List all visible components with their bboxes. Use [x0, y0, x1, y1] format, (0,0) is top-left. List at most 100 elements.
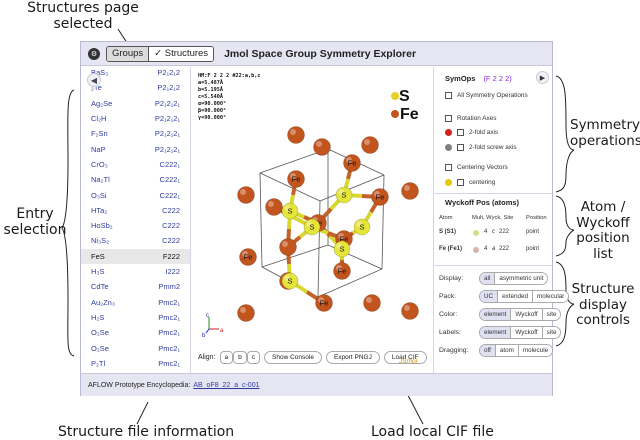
- footer: AFLOW Prototype Encyclopedia: AB_oF8_22_…: [81, 373, 552, 396]
- iron-atom[interactable]: [401, 182, 419, 200]
- entry-row[interactable]: Cl₂H P2₁2₁2₁: [81, 111, 190, 126]
- wyckoff-mult: 4: [484, 229, 488, 235]
- entry-row[interactable]: CdTe Pmm2: [81, 279, 190, 294]
- dragging-option-button[interactable]: off: [480, 345, 495, 356]
- export-png-button[interactable]: Export PNGJ: [325, 351, 380, 364]
- entry-row[interactable]: CrO₃ C222₁: [81, 157, 190, 172]
- all-ops-row[interactable]: All Symmetry Operations: [445, 92, 528, 99]
- entry-group: P2₁2₁2₁: [154, 144, 180, 154]
- pack-control: Pack: UC extended molecular: [439, 290, 570, 303]
- iron-atom[interactable]: [401, 302, 419, 320]
- centering-vectors-row[interactable]: Centering Vectors: [445, 164, 508, 171]
- iron-atom[interactable]: [279, 238, 297, 256]
- callout-text: display: [579, 296, 627, 313]
- color-option-button[interactable]: site: [541, 309, 561, 320]
- atom-highlight: [366, 297, 372, 303]
- two-fold-dot: [445, 129, 452, 136]
- align-a-button[interactable]: a: [219, 351, 234, 364]
- labels-option-button[interactable]: Wyckoff: [510, 327, 542, 338]
- atom-highlight: [404, 305, 410, 311]
- callout-text: Wyckoff: [576, 214, 630, 231]
- show-console-button[interactable]: Show Console: [264, 351, 322, 364]
- screw-dot: [445, 144, 452, 151]
- display-option-button[interactable]: all: [480, 273, 495, 284]
- iron-atom[interactable]: [237, 304, 255, 322]
- dragging-option-button[interactable]: molecule: [517, 345, 553, 356]
- color-option-button[interactable]: element: [480, 309, 511, 320]
- iron-atom[interactable]: [313, 138, 331, 156]
- structure-file-link[interactable]: AB_oF8_22_a_c-001: [193, 382, 259, 389]
- entry-row[interactable]: Na₂Tl C222₁: [81, 172, 190, 187]
- centering-vectors-label: Centering Vectors: [457, 164, 508, 171]
- nav-right-icon[interactable]: ▶: [536, 71, 549, 84]
- atom-highlight: [364, 139, 370, 145]
- entry-row[interactable]: H₃S I222: [81, 264, 190, 279]
- atom-label: Fe: [292, 175, 301, 184]
- iron-atom[interactable]: [265, 198, 283, 216]
- centering-row[interactable]: centering: [445, 179, 495, 186]
- entry-row[interactable]: F₂Sn P2₁2₁2₁: [81, 126, 190, 141]
- rotation-axes-row[interactable]: Rotation Axes: [445, 115, 496, 122]
- two-fold-row[interactable]: 2-fold axis: [445, 129, 498, 136]
- entry-row[interactable]: O₂Se Pmc2₁: [81, 325, 190, 340]
- atom-label: S: [309, 223, 314, 232]
- pack-option-button[interactable]: molecular: [532, 291, 569, 302]
- pack-option-button[interactable]: UC: [480, 291, 498, 302]
- entry-row[interactable]: HoSb₂ C222: [81, 218, 190, 233]
- two-fold-screw-row[interactable]: 2-fold screw axis: [445, 144, 517, 151]
- structure-viewer[interactable]: HM:F 2 2 2 #22:a,b,c a=5.487Å b=5.195Å c=5.…: [192, 67, 432, 373]
- wyckoff-mult: 4: [484, 246, 488, 252]
- align-b-button[interactable]: b: [233, 351, 247, 364]
- entry-group: C222: [162, 236, 180, 246]
- rotation-axes-checkbox[interactable]: [445, 115, 452, 122]
- entry-row[interactable]: FeS F222: [81, 248, 190, 264]
- entry-row[interactable]: HTa₂ C222: [81, 203, 190, 218]
- pack-option-button[interactable]: extended: [497, 291, 533, 302]
- entry-row[interactable]: O₂Se Pmc2₁: [81, 340, 190, 355]
- entry-row[interactable]: Ni₃S₂ C222: [81, 233, 190, 248]
- callout-text: Structure: [571, 281, 635, 297]
- entry-row[interactable]: Au₂Zn₃ Pmc2₁: [81, 295, 190, 310]
- wyckoff-letter: a: [492, 246, 496, 252]
- iron-atom[interactable]: [287, 126, 305, 144]
- entry-group: P2₁2₁2: [157, 83, 180, 93]
- centering-checkbox[interactable]: [457, 179, 464, 186]
- entry-row[interactable]: H₂S Pmc2₁: [81, 310, 190, 325]
- color-option-button[interactable]: Wyckoff: [510, 309, 542, 320]
- labels-option-button[interactable]: element: [480, 327, 511, 338]
- all-ops-checkbox[interactable]: [445, 92, 452, 99]
- centering-vectors-checkbox[interactable]: [445, 164, 452, 171]
- entry-row[interactable]: NaP P2₁2₁2₁: [81, 142, 190, 157]
- entry-row[interactable]: P₂Tl Pmc2₁: [81, 356, 190, 371]
- two-fold-checkbox[interactable]: [457, 129, 464, 136]
- dragging-control: Dragging: off atom molecule: [439, 344, 554, 357]
- callout-display-controls: Structure display controls: [570, 281, 636, 329]
- tab-structures[interactable]: ✓ Structures: [148, 46, 214, 61]
- legend-s-dot: [391, 92, 399, 100]
- tab-groups[interactable]: Groups: [107, 46, 149, 61]
- iron-atom[interactable]: [237, 186, 255, 204]
- two-fold-screw-checkbox[interactable]: [457, 144, 464, 151]
- iron-atom[interactable]: [361, 136, 379, 154]
- callout-text: Structures page: [27, 0, 139, 16]
- nav-left-icon[interactable]: ◀: [87, 73, 101, 87]
- entry-row[interactable]: Ag₂Se P2₁2₁2₁: [81, 96, 190, 111]
- labels-option-button[interactable]: site: [541, 327, 561, 338]
- entry-name: O₂Se: [91, 328, 109, 338]
- align-c-button[interactable]: c: [246, 351, 261, 364]
- iron-atom[interactable]: [363, 294, 381, 312]
- entry-group: Pmc2₁: [158, 343, 180, 353]
- symops-title: SymOps: [445, 74, 476, 83]
- atom-highlight: [316, 141, 322, 147]
- jsmol-logo: JSmol: [399, 358, 418, 365]
- crystal-structure[interactable]: S Fe FeFeFeFeFeFeFeFeFeSSSSSS c a b: [192, 67, 432, 351]
- entry-row[interactable]: O₃Si C222₁: [81, 187, 190, 202]
- dragging-option-button[interactable]: atom: [494, 345, 518, 356]
- entry-name: NaP: [91, 144, 106, 154]
- entry-name: HTa₂: [91, 205, 108, 215]
- entry-name: HoSb₂: [91, 221, 113, 231]
- page-toggle: Groups ✓ Structures: [106, 45, 215, 62]
- display-option-button[interactable]: asymmetric unit: [494, 273, 548, 284]
- entry-name: H₃S: [91, 267, 105, 277]
- axis-b-label: b: [202, 333, 206, 339]
